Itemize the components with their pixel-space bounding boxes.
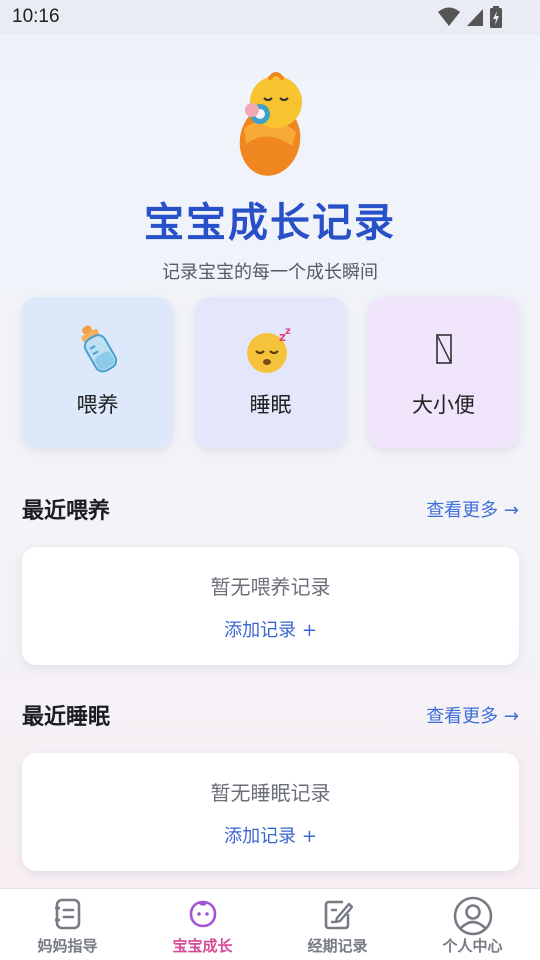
status-time: 10:16 bbox=[12, 6, 60, 27]
guide-book-icon bbox=[54, 898, 80, 930]
diaper-card[interactable]: 大小便 bbox=[368, 297, 519, 448]
baby-bottle-icon bbox=[80, 325, 117, 373]
feeding-empty-text: 暂无喂养记录 bbox=[210, 575, 331, 599]
tab-baby-growth-label: 宝宝成长 bbox=[172, 937, 233, 955]
tab-mom-guide[interactable]: 妈妈指导 bbox=[0, 889, 135, 960]
feeding-card[interactable]: 喂养 bbox=[22, 297, 173, 448]
sleep-view-more-link[interactable]: 查看更多 → bbox=[426, 702, 519, 728]
status-bar: 10:16 bbox=[0, 0, 540, 34]
sleeping-face-icon: z z bbox=[246, 326, 291, 373]
page-title: 宝宝成长记录 bbox=[144, 200, 396, 246]
swaddled-baby-logo-icon bbox=[239, 72, 302, 176]
user-profile-icon bbox=[453, 896, 492, 936]
sleep-empty-text: 暂无睡眠记录 bbox=[210, 781, 331, 805]
bottom-tab-bar: 妈妈指导 宝宝成长 经期记录 个人中心 bbox=[0, 888, 540, 960]
baby-face-icon bbox=[189, 900, 216, 928]
feeding-empty-card: 暂无喂养记录 添加记录 + bbox=[22, 547, 519, 665]
tab-profile-label: 个人中心 bbox=[442, 937, 503, 955]
recent-feeding-title: 最近喂养 bbox=[22, 499, 111, 524]
feeding-view-more-link[interactable]: 查看更多 → bbox=[426, 496, 519, 522]
tab-period-record[interactable]: 经期记录 bbox=[270, 889, 405, 960]
sleep-empty-card: 暂无睡眠记录 添加记录 + bbox=[22, 753, 519, 871]
diaper-card-label: 大小便 bbox=[412, 393, 475, 417]
sleep-card-label: 睡眠 bbox=[249, 393, 292, 417]
page-subtitle: 记录宝宝的每一个成长瞬间 bbox=[162, 262, 378, 283]
recent-feeding-header: 最近喂养 查看更多 → bbox=[22, 494, 519, 524]
hero-section: 宝宝成长记录 记录宝宝的每一个成长瞬间 bbox=[0, 70, 540, 284]
battery-icon bbox=[490, 6, 502, 28]
feeding-add-record-link[interactable]: 添加记录 + bbox=[22, 616, 519, 642]
tab-mom-guide-label: 妈妈指导 bbox=[37, 937, 98, 955]
wifi-icon bbox=[438, 7, 460, 26]
sleep-add-record-link[interactable]: 添加记录 + bbox=[22, 822, 519, 848]
sleep-card[interactable]: z z 睡眠 bbox=[195, 297, 346, 448]
svg-text:z: z bbox=[285, 326, 291, 337]
quick-action-cards: 喂养 z z 睡眠 大小便 bbox=[22, 297, 519, 448]
status-icons bbox=[438, 6, 502, 28]
tab-period-record-label: 经期记录 bbox=[307, 937, 368, 955]
feeding-card-label: 喂养 bbox=[76, 393, 119, 417]
recent-sleep-title: 最近睡眠 bbox=[22, 705, 111, 730]
signal-icon bbox=[467, 9, 483, 26]
edit-note-icon bbox=[324, 900, 353, 930]
placeholder-glyph-icon bbox=[435, 334, 452, 364]
recent-sleep-header: 最近睡眠 查看更多 → bbox=[22, 700, 519, 730]
tab-profile[interactable]: 个人中心 bbox=[405, 889, 540, 960]
tab-baby-growth[interactable]: 宝宝成长 bbox=[135, 889, 270, 960]
